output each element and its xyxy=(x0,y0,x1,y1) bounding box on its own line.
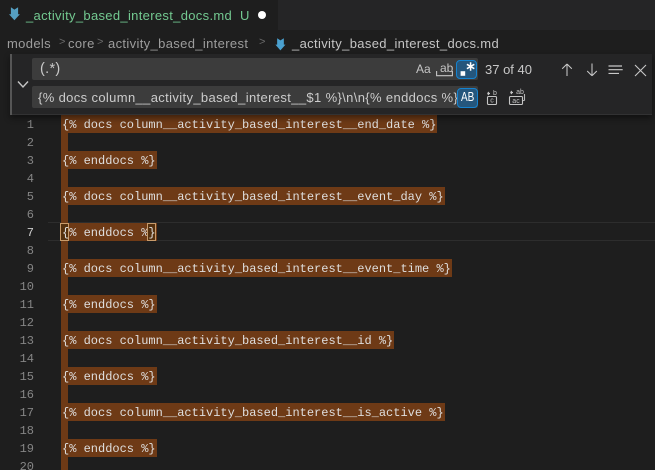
svg-text:ac: ac xyxy=(512,98,520,105)
svg-text:c: c xyxy=(490,98,494,105)
svg-text:b: b xyxy=(493,90,497,97)
svg-text:ab: ab xyxy=(516,89,524,96)
